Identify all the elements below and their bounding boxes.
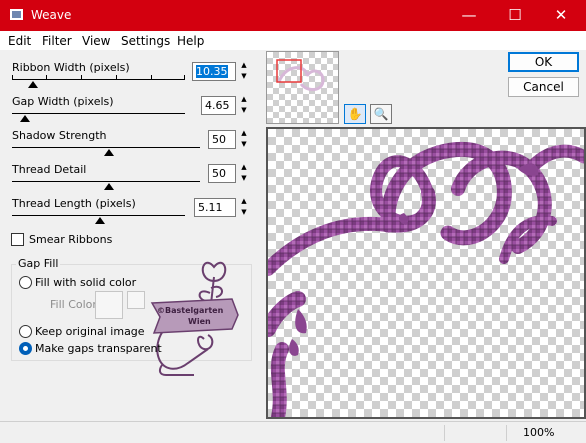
minimize-button[interactable]: — — [446, 0, 492, 31]
ribbon-width-input[interactable]: 10.35 — [192, 62, 236, 81]
watermark-logo — [150, 261, 239, 376]
pan-tool-button[interactable]: ✋ — [344, 104, 366, 124]
shadow-strength-slider[interactable] — [12, 147, 200, 148]
smear-ribbons-checkbox[interactable] — [11, 233, 24, 246]
fill-color-swatch[interactable] — [95, 291, 123, 319]
status-bar: 100% — [0, 421, 586, 443]
shadow-strength-input[interactable]: 50 — [208, 130, 236, 149]
ribbon-width-slider[interactable] — [12, 75, 185, 80]
shadow-strength-spinner[interactable]: ▲ ▼ — [237, 128, 251, 150]
fill-color-swatch-small[interactable] — [127, 291, 145, 309]
radio-solid-color-label: Fill with solid color — [35, 276, 137, 289]
menu-filter[interactable]: Filter — [42, 34, 72, 48]
navigator-preview[interactable] — [266, 51, 339, 124]
gap-width-spinner[interactable]: ▲ ▼ — [237, 94, 251, 116]
cancel-button[interactable]: Cancel — [508, 77, 579, 97]
gap-width-slider[interactable] — [12, 113, 185, 114]
gap-width-input[interactable]: 4.65 — [201, 96, 236, 115]
menu-edit[interactable]: Edit — [8, 34, 31, 48]
watermark-line-2: Wien — [188, 317, 211, 326]
close-button[interactable]: ✕ — [538, 0, 584, 31]
zoom-status: 100% — [506, 425, 586, 441]
menu-settings[interactable]: Settings — [121, 34, 170, 48]
shadow-strength-label: Shadow Strength — [12, 129, 107, 142]
ribbon-width-spinner[interactable]: ▲ ▼ — [237, 60, 251, 82]
zoom-tool-button[interactable]: 🔍 — [370, 104, 392, 124]
radio-keep-original-label: Keep original image — [35, 325, 145, 338]
ribbon-width-label: Ribbon Width (pixels) — [12, 61, 130, 74]
thread-length-slider[interactable] — [12, 215, 185, 216]
ok-button[interactable]: OK — [508, 52, 579, 72]
main-preview[interactable] — [266, 127, 586, 419]
radio-solid-color[interactable] — [19, 276, 32, 289]
smear-ribbons-label: Smear Ribbons — [29, 233, 113, 246]
watermark-line-1: ©Bastelgarten — [157, 306, 224, 315]
thread-detail-spinner[interactable]: ▲ ▼ — [237, 162, 251, 184]
app-icon — [10, 9, 23, 20]
thread-length-label: Thread Length (pixels) — [12, 197, 136, 210]
thread-detail-input[interactable]: 50 — [208, 164, 236, 183]
fill-color-label: Fill Color — [50, 298, 97, 311]
menu-bar: Edit Filter View Settings Help — [0, 31, 586, 51]
menu-help[interactable]: Help — [177, 34, 204, 48]
gap-fill-title: Gap Fill — [16, 257, 61, 270]
thread-detail-slider[interactable] — [12, 181, 200, 182]
shadow-strength-thumb[interactable] — [104, 149, 114, 156]
thread-length-thumb[interactable] — [95, 217, 105, 224]
woven-ribbon-preview — [268, 141, 584, 417]
thread-detail-thumb[interactable] — [104, 183, 114, 190]
radio-make-transparent[interactable] — [19, 342, 32, 355]
zoom-status-value: 100% — [523, 426, 555, 439]
thread-detail-label: Thread Detail — [12, 163, 87, 176]
thread-length-input[interactable]: 5.11 — [194, 198, 236, 217]
menu-view[interactable]: View — [82, 34, 110, 48]
gap-width-label: Gap Width (pixels) — [12, 95, 114, 108]
radio-keep-original[interactable] — [19, 325, 32, 338]
window-title: Weave — [31, 8, 72, 22]
ribbon-width-thumb[interactable] — [28, 81, 38, 88]
gap-width-thumb[interactable] — [20, 115, 30, 122]
radio-make-transparent-label: Make gaps transparent — [35, 342, 162, 355]
thread-length-spinner[interactable]: ▲ ▼ — [237, 196, 251, 218]
status-cell-empty — [444, 425, 506, 441]
maximize-button[interactable]: ☐ — [492, 0, 538, 31]
title-bar: Weave — ☐ ✕ — [0, 0, 586, 31]
